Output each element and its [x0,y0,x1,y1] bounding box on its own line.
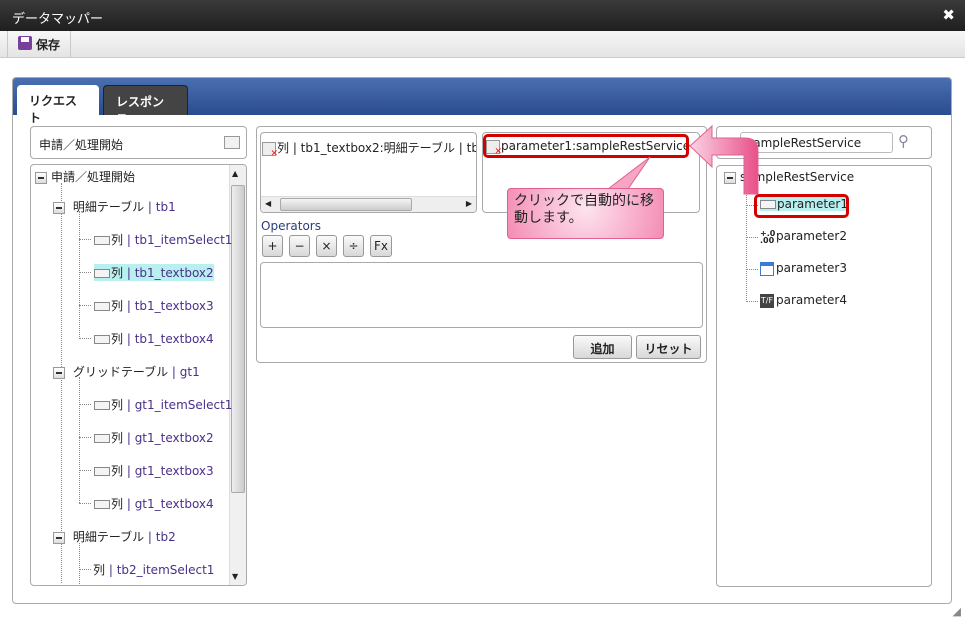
callout-note: クリックで自動的に移動します。 [507,188,664,239]
arrow-shape [689,124,759,195]
annotation-arrow [606,124,759,195]
callout-pointer [606,156,651,190]
resize-grip-icon[interactable]: ◢ [953,605,961,618]
